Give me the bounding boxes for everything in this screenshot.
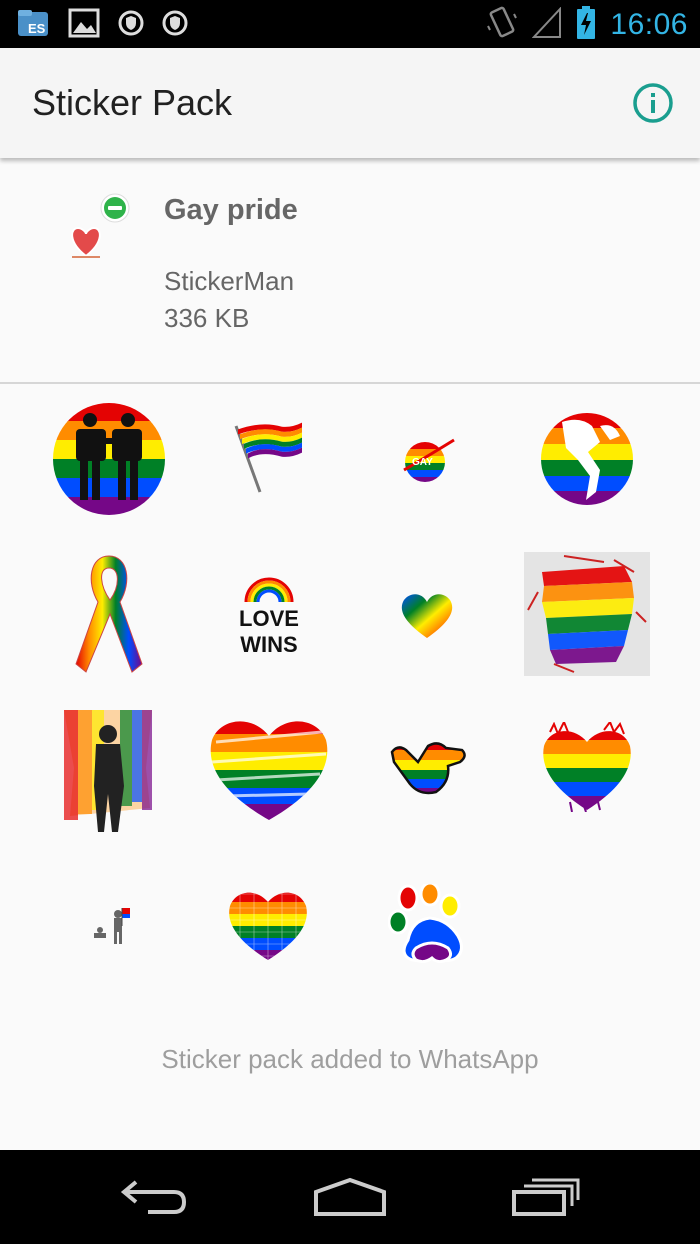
- mosaic-rainbow-heart-sticker[interactable]: [226, 886, 310, 962]
- woman-with-flag-sticker[interactable]: [62, 708, 154, 832]
- gallery-icon: [68, 8, 100, 42]
- svg-text:GAY: GAY: [412, 457, 433, 468]
- pack-publisher: StickerMan: [164, 266, 295, 296]
- info-icon: [633, 83, 673, 123]
- vibrate-icon: [486, 4, 518, 46]
- status-bar: ES 16:06: [0, 0, 700, 48]
- gay-planet-sticker[interactable]: GAY: [400, 436, 456, 484]
- pack-header: Gay pride StickerMan 336 KB: [0, 158, 700, 384]
- small-rainbow-heart-sticker[interactable]: [398, 590, 456, 640]
- added-to-whatsapp-label: Sticker pack added to WhatsApp: [161, 1044, 539, 1074]
- people-parade-sticker[interactable]: [88, 904, 132, 946]
- rainbow-globe-sticker[interactable]: [540, 412, 634, 506]
- divider: [0, 382, 700, 384]
- home-button[interactable]: [312, 1174, 388, 1220]
- back-button[interactable]: [118, 1174, 190, 1220]
- pack-tray-icon: [62, 190, 136, 260]
- navigation-bar: [0, 1150, 700, 1244]
- torn-rainbow-flag-sticker[interactable]: [524, 552, 650, 676]
- app-title: Sticker Pack: [32, 82, 233, 123]
- pack-size: 336 KB: [164, 303, 250, 333]
- rainbow-flag-sticker[interactable]: [232, 420, 304, 494]
- shield-icon: [162, 9, 188, 41]
- couple-circle-sticker[interactable]: [52, 402, 166, 516]
- clock: 16:06: [610, 8, 688, 41]
- brushed-rainbow-heart-sticker[interactable]: [206, 714, 332, 822]
- battery-charging-icon: [576, 6, 596, 44]
- love-text: LOVE: [239, 606, 299, 631]
- rainbow-hand-sticker[interactable]: [388, 738, 468, 796]
- back-icon: [120, 1180, 187, 1214]
- splatter-rainbow-heart-sticker[interactable]: [540, 722, 634, 812]
- shield-icon: [118, 9, 144, 41]
- love-wins-sticker[interactable]: LOVE WINS: [238, 574, 300, 656]
- pack-name: Gay pride: [164, 194, 298, 226]
- svg-text:ES: ES: [28, 21, 46, 36]
- es-file-explorer-icon: ES: [16, 6, 50, 44]
- home-icon: [314, 1177, 386, 1216]
- signal-icon: [532, 6, 562, 43]
- rainbow-ribbon-sticker[interactable]: [70, 552, 148, 676]
- app-bar: Sticker Pack: [0, 48, 700, 158]
- wins-text: WINS: [240, 632, 297, 656]
- recent-apps-icon: [512, 1178, 580, 1216]
- rainbow-paw-sticker[interactable]: [388, 884, 468, 966]
- info-button[interactable]: [632, 82, 674, 124]
- recent-apps-button[interactable]: [510, 1174, 582, 1220]
